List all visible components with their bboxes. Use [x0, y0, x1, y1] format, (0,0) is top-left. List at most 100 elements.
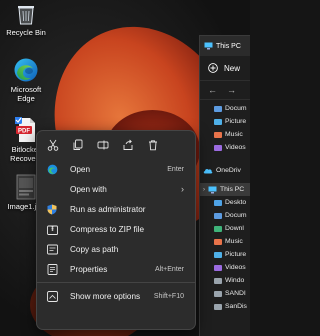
tree-item-label: Videos	[225, 264, 246, 271]
svg-text:PDF: PDF	[18, 128, 30, 134]
desktop-folder-icon	[214, 199, 222, 206]
menu-item-label: Show more options	[70, 291, 141, 301]
rename-button[interactable]	[96, 138, 110, 152]
tree-item-pictures[interactable]: Picture	[200, 115, 250, 128]
menu-item-open-with[interactable]: Open with ›	[37, 179, 195, 199]
share-button[interactable]	[121, 138, 135, 152]
rename-icon	[97, 140, 109, 150]
tree-item-sandisk-2[interactable]: SanDis	[200, 300, 250, 313]
menu-item-label: Open with	[70, 184, 107, 194]
music-folder-icon	[214, 131, 222, 138]
tree-item-pictures-pc[interactable]: Picture	[200, 248, 250, 261]
chevron-right-icon: ›	[181, 184, 184, 194]
copy-icon	[73, 139, 83, 150]
cut-button[interactable]	[46, 138, 60, 152]
menu-item-copy-as-path[interactable]: Copy as path	[37, 239, 195, 259]
share-icon	[123, 139, 133, 150]
tree-item-label: SanDis	[225, 303, 247, 310]
tree-item-label: Downl	[225, 225, 244, 232]
tree-item-label: Videos	[225, 144, 246, 151]
tree-item-music[interactable]: Music	[200, 128, 250, 141]
videos-folder-icon	[214, 264, 222, 271]
new-button[interactable]: New	[200, 56, 250, 80]
back-arrow-icon[interactable]: ←	[208, 85, 217, 95]
file-explorer-window: This PC New ← → Docum Picture Music Vide…	[199, 35, 250, 336]
new-label: New	[224, 63, 241, 73]
menu-item-shortcut: Enter	[167, 165, 184, 173]
menu-item-label: Compress to ZIP file	[70, 224, 145, 234]
tree-item-label: Windo	[225, 277, 245, 284]
downloads-folder-icon	[214, 225, 222, 232]
tab-label: This PC	[216, 42, 241, 50]
pictures-folder-icon	[214, 118, 222, 125]
edge-icon	[14, 58, 38, 82]
tree-item-documents[interactable]: Docum	[200, 102, 250, 115]
forward-arrow-icon[interactable]: →	[227, 85, 236, 95]
menu-item-label: Copy as path	[70, 244, 119, 254]
context-menu-action-bar	[37, 131, 195, 159]
navigation-bar: ← →	[200, 80, 250, 100]
tree-item-windows-drive[interactable]: Windo	[200, 274, 250, 287]
desktop-icon-label: Recycle Bin	[6, 28, 46, 37]
desktop-icon-recycle-bin[interactable]: Recycle Bin	[2, 2, 50, 37]
drive-icon	[214, 290, 222, 297]
tree-item-label: OneDriv	[216, 167, 241, 174]
cloud-icon	[203, 168, 213, 174]
desktop-icon-label: Microsoft Edge	[10, 85, 42, 103]
zip-icon	[45, 223, 59, 235]
tree-item-label: This PC	[220, 186, 245, 193]
context-menu: Open Enter Open with › Run as administra…	[36, 130, 196, 330]
documents-folder-icon	[214, 212, 222, 219]
menu-item-run-as-admin[interactable]: Run as administrator	[37, 199, 195, 219]
music-folder-icon	[214, 238, 222, 245]
tree-item-this-pc[interactable]: › This PC	[200, 183, 250, 196]
drive-icon	[214, 303, 222, 310]
tree-item-label: Music	[225, 238, 243, 245]
tree-item-label: Deskto	[225, 199, 247, 206]
drive-icon	[214, 277, 222, 284]
cut-icon	[47, 139, 59, 151]
menu-item-label: Run as administrator	[70, 204, 146, 214]
plus-circle-icon	[208, 63, 218, 73]
shield-icon	[45, 203, 59, 215]
more-options-icon	[45, 290, 59, 302]
tree-item-videos[interactable]: Videos	[200, 141, 250, 154]
tree-item-label: Docum	[225, 212, 247, 219]
menu-item-shortcut: Alt+Enter	[155, 265, 184, 273]
tree-item-music-pc[interactable]: Music	[200, 235, 250, 248]
menu-item-open[interactable]: Open Enter	[37, 159, 195, 179]
delete-button[interactable]	[146, 138, 160, 152]
tree-item-videos-pc[interactable]: Videos	[200, 261, 250, 274]
copy-path-icon	[45, 243, 59, 255]
computer-icon	[208, 186, 217, 193]
pdf-file-icon: PDF	[15, 117, 35, 142]
tab-this-pc[interactable]: This PC	[200, 36, 250, 56]
tree-item-label: Picture	[225, 118, 247, 125]
menu-item-properties[interactable]: Properties Alt+Enter	[37, 259, 195, 279]
tree-item-sandisk-1[interactable]: SANDI	[200, 287, 250, 300]
tree-item-label: Docum	[225, 105, 247, 112]
tree-item-label: Music	[225, 131, 243, 138]
menu-item-show-more-options[interactable]: Show more options Shift+F10	[37, 286, 195, 306]
desktop-icon-edge[interactable]: Microsoft Edge	[2, 57, 50, 103]
computer-icon	[204, 42, 213, 50]
tree-item-downloads[interactable]: Downl	[200, 222, 250, 235]
menu-item-shortcut: Shift+F10	[153, 292, 184, 300]
tree-item-documents-pc[interactable]: Docum	[200, 209, 250, 222]
recycle-bin-icon	[18, 6, 34, 25]
tree-item-label: Picture	[225, 251, 247, 258]
delete-icon	[149, 140, 157, 151]
image-file-icon	[16, 174, 36, 200]
copy-button[interactable]	[71, 138, 85, 152]
open-with-icon	[45, 183, 59, 195]
documents-folder-icon	[214, 105, 222, 112]
pictures-folder-icon	[214, 251, 222, 258]
properties-icon	[45, 263, 59, 275]
tree-item-label: SANDI	[225, 290, 246, 297]
menu-separator	[37, 282, 195, 283]
edge-icon	[45, 163, 59, 175]
menu-item-compress-zip[interactable]: Compress to ZIP file	[37, 219, 195, 239]
menu-item-label: Open	[70, 164, 91, 174]
tree-item-onedrive[interactable]: OneDriv	[200, 164, 250, 177]
tree-item-desktop[interactable]: Deskto	[200, 196, 250, 209]
